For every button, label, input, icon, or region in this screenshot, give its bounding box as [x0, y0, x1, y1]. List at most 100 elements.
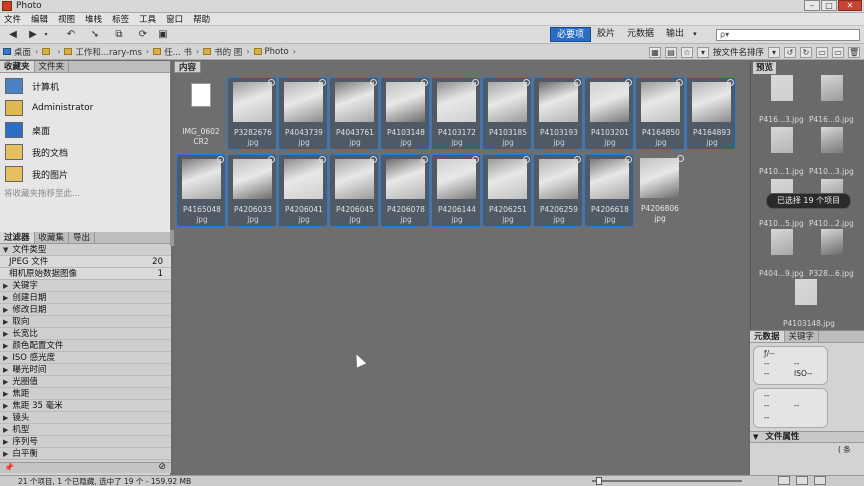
status-badge-icon[interactable]	[727, 79, 734, 86]
file-thumbnail[interactable]: P4103185 jpg	[482, 77, 532, 150]
tab-metadata[interactable]: 元数据	[750, 331, 785, 342]
status-badge-icon[interactable]	[421, 156, 428, 163]
file-thumbnail[interactable]: P4103148 jpg	[380, 77, 430, 150]
file-thumbnail[interactable]: IMG_0602 CR2	[176, 77, 226, 150]
workspace-tab-output[interactable]: 输出	[660, 27, 690, 42]
breadcrumb-item[interactable]: 书的 图 ›	[203, 46, 250, 58]
filter-category[interactable]: ▶ 颜色配置文件	[0, 340, 171, 352]
menu-item-3[interactable]: 堆栈	[85, 13, 102, 25]
status-badge-icon[interactable]	[217, 156, 224, 163]
file-thumbnail[interactable]: P4103172 jpg	[431, 77, 481, 150]
star-filter-icon[interactable]: ☆	[680, 46, 693, 58]
filter-category[interactable]: ▶ 机型	[0, 424, 171, 436]
rotate-left-icon[interactable]: ↺	[784, 46, 796, 58]
menu-item-1[interactable]: 编辑	[31, 13, 48, 25]
maximize-button[interactable]: □	[821, 0, 837, 11]
status-badge-icon[interactable]	[472, 79, 479, 86]
menu-item-4[interactable]: 标签	[112, 13, 129, 25]
filter-category[interactable]: ▶ 光圈值	[0, 376, 171, 388]
menu-item-7[interactable]: 帮助	[193, 13, 210, 25]
open-in-camera-raw-icon[interactable]: ▣	[156, 29, 170, 41]
preview-thumbnail[interactable]	[821, 127, 843, 153]
open-recent-icon[interactable]: ▭	[816, 46, 828, 58]
view-details-icon[interactable]	[796, 476, 808, 485]
status-badge-icon[interactable]	[625, 79, 632, 86]
status-badge-icon[interactable]	[523, 79, 530, 86]
breadcrumb-item[interactable]: 桌面 ›	[3, 46, 38, 58]
status-badge-icon[interactable]	[625, 156, 632, 163]
refine-icon[interactable]: ⟳	[136, 29, 150, 41]
new-folder-icon[interactable]: ▭	[832, 46, 844, 58]
file-thumbnail[interactable]: P4206259 jpg	[533, 154, 583, 227]
filter-option[interactable]: JPEG 文件 20	[0, 256, 171, 268]
chevron-right-icon[interactable]: ›	[57, 47, 60, 56]
clear-filter-icon[interactable]: ⊘	[158, 462, 166, 472]
preview-thumbnail[interactable]	[771, 75, 793, 101]
file-thumbnail[interactable]: P4206806 jpg	[635, 154, 685, 227]
status-badge-icon[interactable]	[472, 156, 479, 163]
file-thumbnail[interactable]: P4206251 jpg	[482, 154, 532, 227]
thumbnail-quality-icon[interactable]: ▦	[648, 46, 661, 58]
delete-icon[interactable]: 🗑	[848, 46, 860, 58]
back-arrow-icon[interactable]: ◀	[6, 29, 20, 41]
file-thumbnail[interactable]: P4103201 jpg	[584, 77, 634, 150]
tab-collections[interactable]: 收藏集	[35, 232, 70, 243]
workspace-dropdown-icon[interactable]: ▾	[690, 27, 700, 42]
filter-category[interactable]: ▶ 关键字	[0, 280, 171, 292]
status-badge-icon[interactable]	[268, 156, 275, 163]
pin-icon[interactable]: 📌	[4, 463, 14, 472]
favorite-item[interactable]: 桌面	[0, 119, 170, 141]
file-thumbnail[interactable]: P4043739 jpg	[278, 77, 328, 150]
chevron-right-icon[interactable]: ›	[146, 47, 149, 56]
chevron-right-icon[interactable]: ›	[293, 47, 296, 56]
file-thumbnail[interactable]: P4206041 jpg	[278, 154, 328, 227]
workspace-tab-metadata[interactable]: 元数据	[621, 27, 660, 42]
thumbnail-size-slider[interactable]	[592, 477, 742, 485]
minimize-button[interactable]: –	[804, 0, 820, 11]
view-mode-icon[interactable]: ▤	[664, 46, 677, 58]
forward-arrow-icon[interactable]: ▶	[26, 29, 40, 41]
chevron-right-icon[interactable]: ›	[35, 47, 38, 56]
file-thumbnail[interactable]: P4164893 jpg	[686, 77, 736, 150]
tab-export[interactable]: 导出	[69, 232, 96, 243]
filter-category[interactable]: ▶ 焦距 35 毫米	[0, 400, 171, 412]
status-badge-icon[interactable]	[421, 79, 428, 86]
sort-direction-icon[interactable]: ▾	[768, 46, 780, 58]
status-badge-icon[interactable]	[574, 156, 581, 163]
view-grid-icon[interactable]	[778, 476, 790, 485]
preview-thumbnail[interactable]	[821, 229, 843, 255]
file-thumbnail[interactable]: P4165048 jpg	[176, 154, 226, 227]
rotate-right-icon[interactable]: ↻	[800, 46, 812, 58]
favorite-item[interactable]: 计算机	[0, 75, 170, 97]
tab-filter[interactable]: 过滤器	[0, 232, 35, 243]
preview-thumbnail[interactable]	[795, 279, 817, 305]
search-input[interactable]: ρ▾	[716, 29, 860, 41]
filter-category[interactable]: ▶ 序列号	[0, 436, 171, 448]
tab-keywords[interactable]: 关键字	[785, 331, 820, 342]
filter-category[interactable]: ▶ 焦距	[0, 388, 171, 400]
status-badge-icon[interactable]	[676, 79, 683, 86]
status-badge-icon[interactable]	[268, 79, 275, 86]
filter-category[interactable]: ▶ 修改日期	[0, 304, 171, 316]
file-thumbnail[interactable]: P4206045 jpg	[329, 154, 379, 227]
menu-item-0[interactable]: 文件	[4, 13, 21, 25]
favorite-item[interactable]: 我的图片	[0, 163, 170, 185]
filter-category[interactable]: ▶ 镜头	[0, 412, 171, 424]
preview-thumbnail[interactable]	[821, 75, 843, 101]
status-badge-icon[interactable]	[319, 156, 326, 163]
workspace-tab-essentials[interactable]: 必要项	[550, 27, 592, 42]
file-thumbnail[interactable]: P4206078 jpg	[380, 154, 430, 227]
status-badge-icon[interactable]	[370, 156, 377, 163]
filter-category[interactable]: ▶ 白平衡	[0, 448, 171, 460]
workspace-tab-filmstrip[interactable]: 胶片	[591, 27, 621, 42]
file-thumbnail[interactable]: P3282676 jpg	[227, 77, 277, 150]
menu-item-5[interactable]: 工具	[139, 13, 156, 25]
favorite-item[interactable]: Administrator	[0, 97, 170, 119]
preview-thumbnail[interactable]	[771, 229, 793, 255]
filter-option[interactable]: 相机原始数据图像 1	[0, 268, 171, 280]
preview-thumbnail[interactable]	[771, 127, 793, 153]
file-thumbnail[interactable]: P4206144 jpg	[431, 154, 481, 227]
tab-preview[interactable]: 预览	[753, 62, 777, 74]
status-badge-icon[interactable]	[370, 79, 377, 86]
status-badge-icon[interactable]	[677, 155, 684, 162]
